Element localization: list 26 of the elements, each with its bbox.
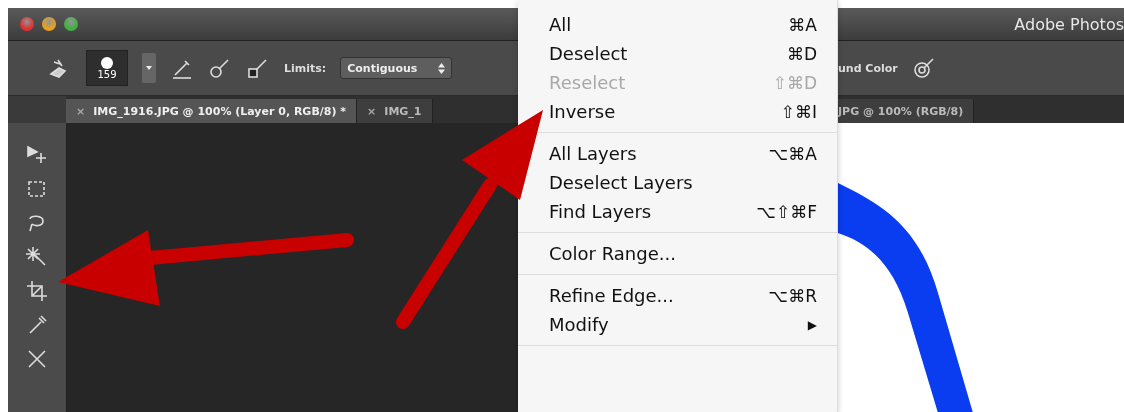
menu-item[interactable]: Refine Edge... ⌥⌘R: [546, 281, 837, 310]
stylus-pressure-icon: [911, 56, 936, 80]
brush-size: 159: [97, 68, 117, 80]
limits-label: Limits:: [284, 61, 327, 75]
zoom-button[interactable]: [64, 17, 78, 31]
menu-item[interactable]: All ⌘A: [546, 10, 837, 39]
document-tab[interactable]: × IMG_1916.JPG @ 100% (Layer 0, RGB/8) *: [66, 99, 358, 123]
brush-preset-picker[interactable]: 159: [86, 50, 128, 86]
color-label: und Color: [838, 61, 898, 75]
window-title: Adobe Photos: [1014, 14, 1124, 34]
document-tab[interactable]: × IMG_1: [357, 99, 433, 123]
menu-item[interactable]: Deselect ⌘D: [546, 39, 837, 68]
caret-icon: [146, 66, 152, 70]
menu-item[interactable]: Deselect Layers: [546, 168, 837, 197]
menu-item[interactable]: Modify ▶: [546, 310, 837, 339]
menu-item[interactable]: Find Layers ⌥⇧⌘F: [546, 197, 837, 226]
menu-item[interactable]: Color Range...: [546, 239, 837, 268]
stepper-arrows-icon: [438, 62, 446, 74]
document-tab[interactable]: JPG @ 100% (RGB/8): [838, 99, 975, 123]
menu-item[interactable]: All Layers ⌥⌘A: [546, 139, 837, 168]
dropdown-button[interactable]: [142, 53, 156, 83]
crop-tool-icon: [25, 279, 49, 303]
minimize-button[interactable]: [42, 17, 56, 31]
menu-item[interactable]: Inverse ⇧⌘I: [546, 97, 837, 126]
limits-dropdown[interactable]: Contiguous: [340, 57, 453, 79]
close-button[interactable]: [20, 17, 34, 31]
